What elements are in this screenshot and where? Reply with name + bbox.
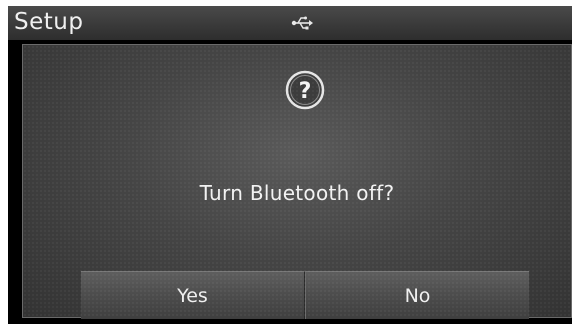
dialog-message: Turn Bluetooth off? xyxy=(199,181,395,205)
yes-button[interactable]: Yes xyxy=(81,271,305,319)
confirm-dialog: ? Turn Bluetooth off? Yes No xyxy=(22,44,572,319)
page-title: Setup xyxy=(14,9,84,35)
question-icon: ? xyxy=(285,70,325,110)
no-button[interactable]: No xyxy=(305,271,529,319)
svg-text:?: ? xyxy=(299,79,312,104)
head-unit-screen: Setup ? Turn Bluetooth off? Yes No xyxy=(8,6,572,324)
usb-icon xyxy=(291,15,313,31)
title-bar: Setup xyxy=(8,6,572,40)
dialog-button-row: Yes No xyxy=(81,271,529,319)
